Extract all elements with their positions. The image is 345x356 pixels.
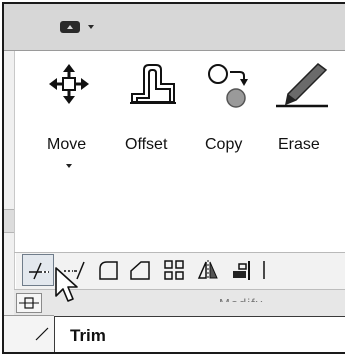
panel-splitter[interactable] [4,209,14,233]
more-tools-edge[interactable] [260,254,270,286]
mirror-icon [197,260,218,280]
quick-access-workspace-button[interactable] [54,15,110,39]
erase-label: Erase [278,136,320,153]
chamfer-icon [130,261,150,280]
move-dropdown-icon[interactable] [66,164,72,168]
pen-small-icon [35,327,49,341]
erase-pen-icon [276,63,328,108]
copy-circles-icon [208,64,248,108]
trim-button[interactable] [22,254,54,286]
erase-button[interactable]: Erase [274,62,338,182]
lengthen-icon [19,297,39,309]
fillet-button[interactable] [92,254,124,286]
trim-tooltip: Trim [54,316,345,352]
modify-panel-title[interactable]: Modify [219,296,263,302]
offset-icon [130,64,176,104]
application-window: Move Offset Copy Erase Modify Trim [2,2,345,354]
divider-icon [263,261,265,279]
trim-icon [29,262,49,280]
copy-button[interactable]: Copy [202,62,262,182]
caret-down-icon [88,25,94,29]
align-icon [233,261,250,280]
align-button[interactable] [226,254,258,286]
workspace-icon [60,21,80,33]
copy-label: Copy [205,136,243,153]
tooltip-title: Trim [70,326,106,345]
offset-button[interactable]: Offset [124,62,184,182]
chamfer-button[interactable] [124,254,156,286]
array-icon [164,260,184,280]
title-bar [4,4,345,51]
lengthen-button[interactable] [16,293,42,313]
array-button[interactable] [158,254,190,286]
mirror-button[interactable] [192,254,224,286]
offset-label: Offset [125,136,168,153]
move-arrows-icon [49,64,89,104]
move-label: Move [47,136,87,153]
mouse-pointer-icon [55,267,78,302]
status-corner [4,315,54,352]
move-button[interactable]: Move [39,62,99,182]
fillet-icon [99,261,118,280]
